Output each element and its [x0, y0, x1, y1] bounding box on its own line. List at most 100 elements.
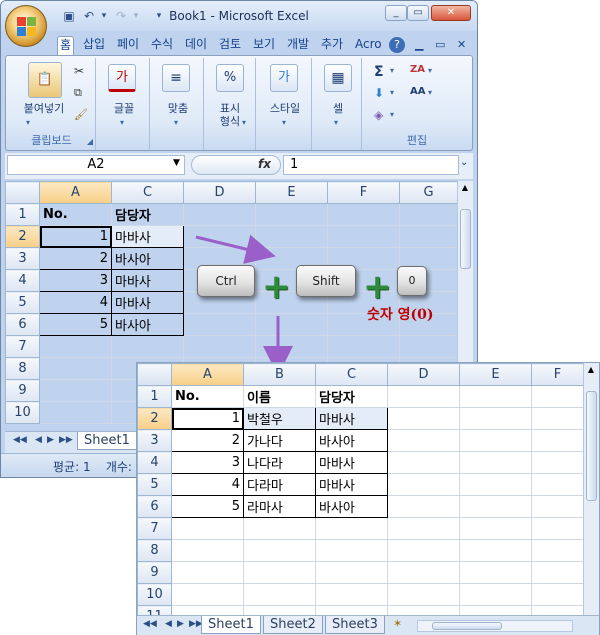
cell[interactable] — [171, 561, 244, 584]
row-header[interactable]: 6 — [137, 495, 172, 518]
cell[interactable]: 3 — [171, 451, 244, 474]
cell[interactable]: 이름 — [243, 385, 316, 408]
prev-sheet-icon[interactable]: ◀ — [165, 619, 172, 629]
row-header[interactable]: 7 — [137, 517, 172, 540]
cell[interactable] — [459, 539, 532, 562]
cell[interactable] — [315, 517, 388, 540]
cell[interactable] — [387, 473, 460, 496]
zero-key: 0 — [397, 266, 427, 296]
horizontal-scrollbar[interactable] — [417, 620, 573, 632]
cell[interactable] — [459, 451, 532, 474]
column-header[interactable]: B — [243, 363, 316, 386]
select-all-corner[interactable] — [137, 363, 172, 386]
cell[interactable] — [531, 495, 584, 518]
cell[interactable] — [459, 561, 532, 584]
cell[interactable] — [171, 539, 244, 562]
vertical-scrollbar[interactable]: ▲ — [583, 363, 599, 615]
cell[interactable] — [531, 539, 584, 562]
cell[interactable] — [243, 561, 316, 584]
cell[interactable] — [531, 583, 584, 606]
cell[interactable] — [531, 385, 584, 408]
sheet-tab-1[interactable]: Sheet1 — [201, 616, 261, 634]
cell[interactable]: 마바사 — [315, 451, 388, 474]
scroll-thumb[interactable] — [586, 391, 597, 501]
ctrl-key: Ctrl — [197, 265, 255, 297]
cell[interactable]: 마바사 — [315, 473, 388, 496]
insert-sheet-icon[interactable]: ✶ — [393, 617, 409, 633]
cell[interactable] — [387, 583, 460, 606]
scroll-up-icon[interactable]: ▲ — [585, 365, 597, 377]
composite-screenshot: ▣ ↶ ▾ ↷ ▾ ▾ Book1 - Microsoft Excel _ ▭ … — [0, 0, 600, 635]
cell[interactable] — [387, 451, 460, 474]
cell[interactable] — [387, 429, 460, 452]
cell[interactable] — [315, 561, 388, 584]
cell[interactable] — [387, 517, 460, 540]
cell[interactable] — [387, 495, 460, 518]
cell[interactable]: 바사아 — [315, 429, 388, 452]
cell[interactable]: 다라마 — [243, 473, 316, 496]
cell[interactable] — [531, 473, 584, 496]
cell[interactable] — [531, 561, 584, 584]
key-caption: 숫자 영(0) — [367, 307, 434, 323]
sheet-tab-3[interactable]: Sheet3 — [325, 616, 385, 634]
cell[interactable]: 4 — [171, 473, 244, 496]
cell[interactable]: 마바사 — [315, 407, 388, 430]
column-header[interactable]: F — [531, 363, 584, 386]
cell[interactable] — [459, 429, 532, 452]
cell[interactable]: 담당자 — [315, 385, 388, 408]
cell[interactable] — [171, 517, 244, 540]
sheet-tab-2[interactable]: Sheet2 — [263, 616, 323, 634]
row-header[interactable]: 3 — [137, 429, 172, 452]
cell[interactable] — [459, 495, 532, 518]
row-header[interactable]: 2 — [137, 407, 172, 430]
column-header[interactable]: D — [387, 363, 460, 386]
plus-icon: + — [363, 267, 392, 307]
cell[interactable]: 나다라 — [243, 451, 316, 474]
shift-key: Shift — [296, 265, 356, 297]
row-header[interactable]: 4 — [137, 451, 172, 474]
cell[interactable] — [531, 429, 584, 452]
row-header[interactable]: 1 — [137, 385, 172, 408]
cell[interactable]: 바사아 — [315, 495, 388, 518]
cell[interactable] — [171, 583, 244, 606]
column-header[interactable]: C — [315, 363, 388, 386]
h-scroll-thumb[interactable] — [432, 622, 502, 630]
cell[interactable] — [459, 385, 532, 408]
next-sheet-icon[interactable]: ▶ — [177, 619, 184, 629]
row-header[interactable]: 9 — [137, 561, 172, 584]
plus-icon: + — [262, 267, 291, 307]
column-header[interactable]: A — [171, 363, 244, 386]
cell[interactable] — [387, 407, 460, 430]
cell[interactable] — [459, 407, 532, 430]
row-header[interactable]: 8 — [137, 539, 172, 562]
cell[interactable]: 라마사 — [243, 495, 316, 518]
cell[interactable] — [243, 539, 316, 562]
cell[interactable]: 2 — [171, 429, 244, 452]
cell[interactable]: No. — [171, 385, 244, 408]
cell[interactable] — [243, 517, 316, 540]
sheet2-grid: A B C D E F 1 No. 이름 담당자 2 1 박철우 마바사 3 2… — [137, 363, 584, 628]
excel-window-after: A B C D E F 1 No. 이름 담당자 2 1 박철우 마바사 3 2… — [136, 362, 600, 635]
cell[interactable] — [387, 561, 460, 584]
cell[interactable] — [315, 583, 388, 606]
cell[interactable] — [459, 473, 532, 496]
arrow-to-shortcut — [195, 234, 276, 264]
cell[interactable] — [387, 385, 460, 408]
cell[interactable] — [531, 517, 584, 540]
row-header[interactable]: 5 — [137, 473, 172, 496]
active-cell[interactable]: 1 — [171, 407, 244, 430]
first-sheet-icon[interactable]: ◀◀ — [143, 619, 157, 629]
cell[interactable]: 박철우 — [243, 407, 316, 430]
cell[interactable] — [459, 583, 532, 606]
office-button[interactable] — [5, 5, 47, 47]
cell[interactable] — [531, 407, 584, 430]
cell[interactable] — [387, 539, 460, 562]
cell[interactable]: 가나다 — [243, 429, 316, 452]
cell[interactable] — [459, 517, 532, 540]
cell[interactable]: 5 — [171, 495, 244, 518]
cell[interactable] — [243, 583, 316, 606]
row-header[interactable]: 10 — [137, 583, 172, 606]
column-header[interactable]: E — [459, 363, 532, 386]
cell[interactable] — [315, 539, 388, 562]
cell[interactable] — [531, 451, 584, 474]
